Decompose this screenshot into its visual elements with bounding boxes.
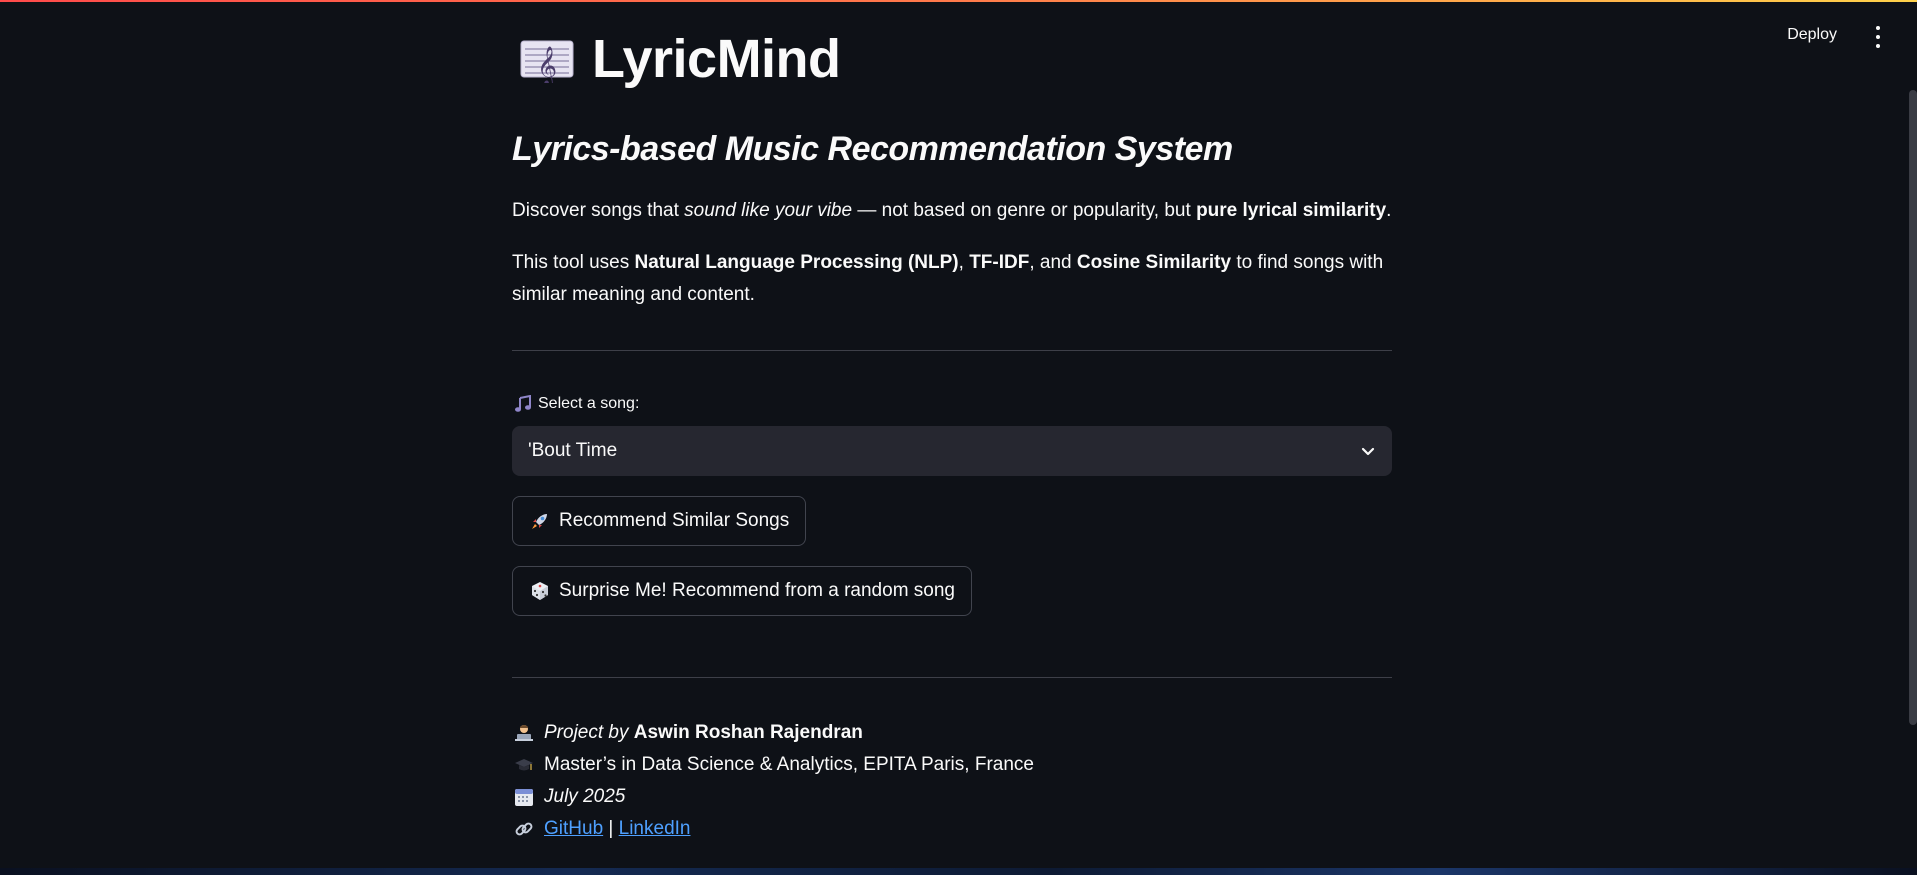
linkedin-link[interactable]: LinkedIn <box>619 818 691 840</box>
bottom-background-strip <box>0 868 1917 875</box>
musical-score-icon: 𝄞 <box>520 40 574 83</box>
author-name: Aswin Roshan Rajendran <box>633 722 863 743</box>
intro-strong: pure lyrical similarity <box>1196 200 1387 221</box>
page-title: LyricMind <box>592 29 841 89</box>
degree-text: Master’s in Data Science & Analytics, EP… <box>544 754 1034 775</box>
scrollbar[interactable] <box>1909 90 1917 725</box>
intro-text: , <box>958 252 970 273</box>
surprise-me-button[interactable]: Surprise Me! Recommend from a random son… <box>512 566 972 616</box>
intro-text: . <box>1386 200 1392 221</box>
title-row: 𝄞 LyricMind <box>520 28 841 90</box>
footer-links-line: GitHub | LinkedIn <box>514 815 690 843</box>
date-text: July 2025 <box>544 786 626 807</box>
surprise-me-label: Surprise Me! Recommend from a random son… <box>559 580 955 601</box>
song-select-dropdown[interactable]: 'Bout Time <box>512 426 1392 476</box>
link-icon <box>515 822 533 836</box>
footer-degree-line: Master’s in Data Science & Analytics, EP… <box>514 751 1034 779</box>
deploy-button[interactable]: Deploy <box>1787 26 1837 44</box>
cosine-term: Cosine Similarity <box>1076 252 1232 273</box>
page-subtitle: Lyrics-based Music Recommendation System <box>512 130 1233 168</box>
intro-text: , and <box>1029 252 1077 273</box>
tfidf-term: TF-IDF <box>969 252 1030 273</box>
svg-text:𝄞: 𝄞 <box>537 46 557 83</box>
intro-text: This tool uses <box>512 252 635 273</box>
musical-notes-icon <box>515 395 531 412</box>
app-header: Deploy <box>0 2 1917 72</box>
rocket-icon <box>532 514 547 529</box>
github-link[interactable]: GitHub <box>544 818 603 840</box>
nlp-term: Natural Language Processing (NLP) <box>634 252 959 273</box>
intro-text: — not based on genre or popularity, but <box>852 200 1197 221</box>
song-select-value: 'Bout Time <box>528 440 618 461</box>
technologist-icon <box>515 725 533 741</box>
recommend-similar-button[interactable]: Recommend Similar Songs <box>512 496 807 546</box>
dice-icon <box>532 582 548 600</box>
calendar-icon <box>515 789 533 806</box>
intro-text: Discover songs that <box>512 200 685 221</box>
link-separator: | <box>608 818 614 839</box>
song-select-label-text: Select a song: <box>538 395 640 412</box>
song-select-label: Select a song: <box>514 395 639 413</box>
graduation-cap-icon <box>515 759 533 771</box>
recommend-similar-label: Recommend Similar Songs <box>559 510 790 531</box>
divider-top <box>512 350 1392 351</box>
footer-date-line: July 2025 <box>514 783 625 811</box>
intro-paragraph-2: This tool uses Natural Language Processi… <box>512 247 1392 311</box>
intro-paragraph-1: Discover songs that sound like your vibe… <box>512 196 1392 226</box>
more-options-icon[interactable] <box>1869 26 1887 48</box>
chevron-down-icon <box>1361 447 1375 456</box>
intro-emphasis: sound like your vibe <box>684 200 853 221</box>
project-by-text: Project by <box>544 722 629 743</box>
footer-author-line: Project by Aswin Roshan Rajendran <box>514 719 863 747</box>
divider-bottom <box>512 677 1392 678</box>
